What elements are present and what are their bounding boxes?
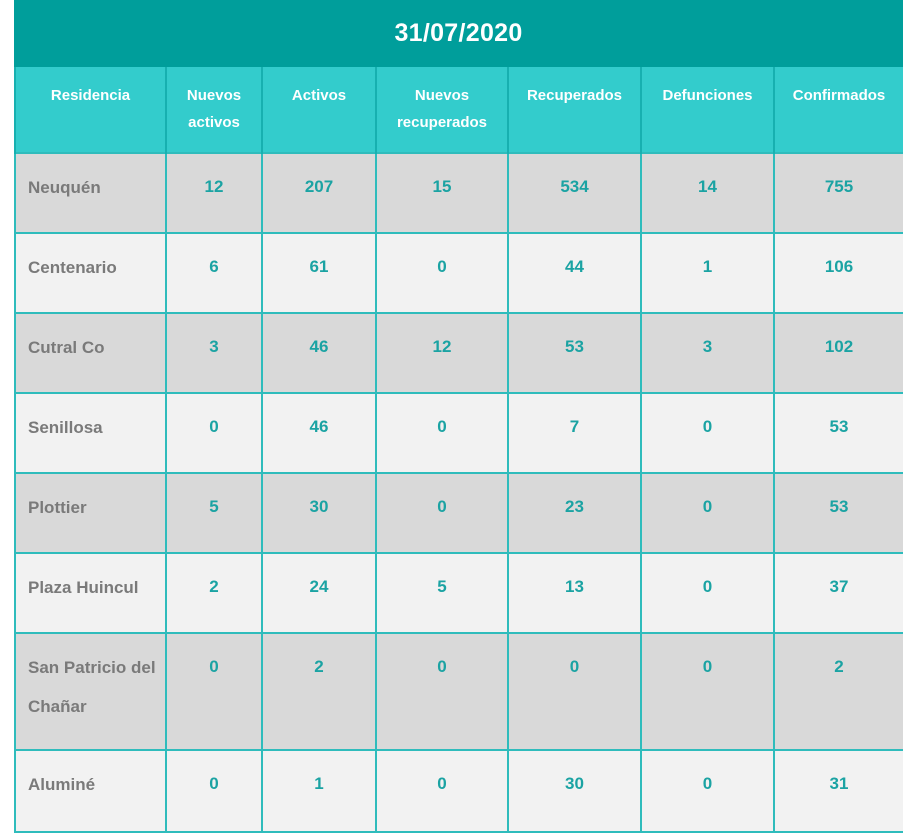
header-row: Residencia Nuevos activos Activos Nuevos… [14,67,903,153]
table-row: Plottier 5 30 0 23 0 53 [14,473,903,554]
cell-defunciones: 0 [640,393,775,474]
table-row: Centenario 6 61 0 44 1 106 [14,233,903,314]
cell-confirmados: 31 [773,750,903,833]
cell-confirmados: 53 [773,473,903,554]
cell-nuevos-recuperados: 0 [375,233,509,314]
cell-defunciones: 0 [640,633,775,751]
col-header-defunciones: Defunciones [640,67,775,153]
cell-activos: 2 [261,633,377,751]
cell-residencia: Plottier [14,473,167,554]
cell-defunciones: 14 [640,152,775,234]
cell-recuperados: 7 [507,393,642,474]
cell-recuperados: 13 [507,553,642,634]
cell-recuperados: 23 [507,473,642,554]
cell-nuevos-activos: 2 [165,553,263,634]
cell-confirmados: 755 [773,152,903,234]
cell-activos: 46 [261,313,377,394]
cell-residencia: Plaza Huincul [14,553,167,634]
cell-residencia: Centenario [14,233,167,314]
cell-residencia: Neuquén [14,152,167,234]
cell-nuevos-activos: 12 [165,152,263,234]
cases-table: Residencia Nuevos activos Activos Nuevos… [14,67,903,833]
cell-nuevos-activos: 6 [165,233,263,314]
cell-activos: 24 [261,553,377,634]
table-row: Aluminé 0 1 0 30 0 31 [14,750,903,833]
cell-nuevos-recuperados: 15 [375,152,509,234]
table-row: Cutral Co 3 46 12 53 3 102 [14,313,903,394]
cell-residencia: Aluminé [14,750,167,833]
cell-residencia: Senillosa [14,393,167,474]
cell-residencia: San Patricio del Chañar [14,633,167,751]
cell-recuperados: 30 [507,750,642,833]
table-row: Senillosa 0 46 0 7 0 53 [14,393,903,474]
covid-report: 31/07/2020 Residencia Nuevos activos Act… [14,0,903,833]
cell-nuevos-activos: 3 [165,313,263,394]
cell-defunciones: 0 [640,473,775,554]
cell-activos: 30 [261,473,377,554]
cell-nuevos-activos: 5 [165,473,263,554]
table-row: Neuquén 12 207 15 534 14 755 [14,152,903,234]
cell-nuevos-recuperados: 0 [375,750,509,833]
table-row: Plaza Huincul 2 24 5 13 0 37 [14,553,903,634]
cell-residencia: Cutral Co [14,313,167,394]
cell-nuevos-activos: 0 [165,633,263,751]
cell-nuevos-activos: 0 [165,750,263,833]
cell-nuevos-recuperados: 5 [375,553,509,634]
col-header-recuperados: Recuperados [507,67,642,153]
cell-confirmados: 102 [773,313,903,394]
cell-confirmados: 2 [773,633,903,751]
col-header-residencia: Residencia [14,67,167,153]
col-header-activos: Activos [261,67,377,153]
cell-activos: 207 [261,152,377,234]
cell-recuperados: 0 [507,633,642,751]
col-header-nuevos-recuperados: Nuevos recuperados [375,67,509,153]
cell-activos: 46 [261,393,377,474]
cell-activos: 61 [261,233,377,314]
cell-nuevos-activos: 0 [165,393,263,474]
cell-recuperados: 534 [507,152,642,234]
cell-defunciones: 0 [640,750,775,833]
cell-confirmados: 37 [773,553,903,634]
cell-recuperados: 44 [507,233,642,314]
cell-nuevos-recuperados: 0 [375,633,509,751]
cell-nuevos-recuperados: 12 [375,313,509,394]
col-header-nuevos-activos: Nuevos activos [165,67,263,153]
report-date-title: 31/07/2020 [14,0,903,67]
cell-nuevos-recuperados: 0 [375,393,509,474]
cell-activos: 1 [261,750,377,833]
table-header: Residencia Nuevos activos Activos Nuevos… [14,67,903,153]
table-row: San Patricio del Chañar 0 2 0 0 0 2 [14,633,903,751]
cell-confirmados: 53 [773,393,903,474]
cell-nuevos-recuperados: 0 [375,473,509,554]
cell-recuperados: 53 [507,313,642,394]
table-body: Neuquén 12 207 15 534 14 755 Centenario … [14,152,903,833]
cell-confirmados: 106 [773,233,903,314]
col-header-confirmados: Confirmados [773,67,903,153]
cell-defunciones: 1 [640,233,775,314]
cell-defunciones: 3 [640,313,775,394]
cell-defunciones: 0 [640,553,775,634]
